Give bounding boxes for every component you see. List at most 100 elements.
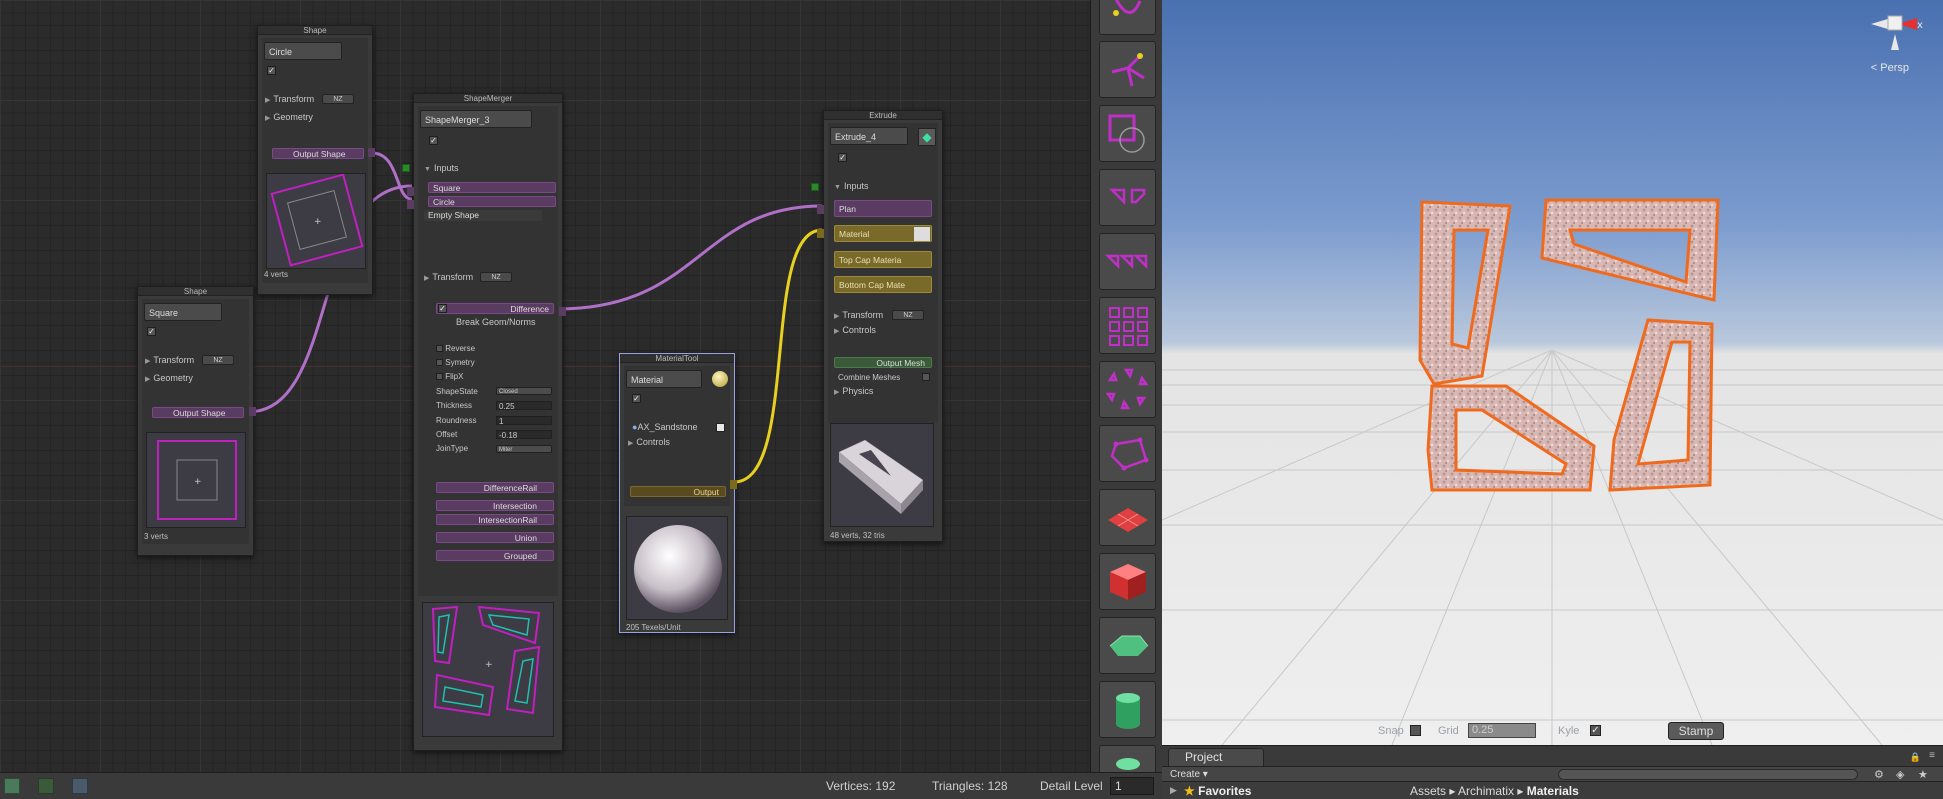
- cylinder-tool-icon[interactable]: [1099, 681, 1156, 738]
- jointype-select[interactable]: Miter: [496, 445, 552, 453]
- controls-row[interactable]: ▶ Controls: [628, 436, 670, 448]
- extrude-name-field[interactable]: Extrude_4: [830, 127, 908, 145]
- material-color-swatch[interactable]: [716, 423, 725, 432]
- transform-row[interactable]: ▶ Transform: [424, 271, 473, 283]
- break-geom-row[interactable]: Break Geom/Norms: [456, 316, 536, 328]
- material-output-plug[interactable]: [730, 480, 737, 489]
- repeat-tool-icon[interactable]: [1099, 233, 1156, 290]
- intersection-rail-port[interactable]: IntersectionRail: [436, 514, 554, 525]
- output-plug[interactable]: [368, 148, 375, 157]
- material-input-plug[interactable]: [817, 229, 824, 238]
- plane-tool-icon[interactable]: [1099, 489, 1156, 546]
- kyle-checkbox[interactable]: ✓: [1590, 725, 1601, 736]
- output-plug[interactable]: [249, 407, 256, 416]
- project-search-input[interactable]: [1558, 769, 1858, 780]
- bottom-cap-material-port[interactable]: Bottom Cap Mate: [834, 276, 932, 293]
- output-mesh-port[interactable]: Output Mesh: [834, 357, 932, 368]
- difference-checkbox[interactable]: ✓: [438, 304, 447, 313]
- crumb-archimatix[interactable]: Archimatix: [1458, 784, 1514, 798]
- controls-row[interactable]: ▶ Controls: [834, 324, 876, 336]
- material-name-field[interactable]: Material: [626, 370, 702, 388]
- material-output-port[interactable]: Output: [630, 486, 726, 497]
- hierarchy-icon[interactable]: [72, 778, 88, 794]
- combine-meshes-checkbox[interactable]: [922, 373, 930, 381]
- thickness-field[interactable]: 0.25: [496, 401, 552, 411]
- symetry-label[interactable]: Symetry: [436, 358, 475, 367]
- layout-icon[interactable]: [4, 778, 20, 794]
- scene-viewport[interactable]: x < Persp Snap Grid 0.25 Kyle ✓ Stamp: [1162, 0, 1943, 745]
- enabled-checkbox[interactable]: ✓: [838, 153, 847, 162]
- split-tool-icon[interactable]: [1099, 169, 1156, 226]
- panel-lock-icon[interactable]: 🔒: [1910, 752, 1921, 763]
- path-tool-icon[interactable]: [1099, 0, 1156, 35]
- crumb-materials[interactable]: Materials: [1527, 784, 1579, 798]
- material-swatch[interactable]: [914, 227, 930, 241]
- enabled-checkbox[interactable]: ✓: [632, 394, 641, 403]
- input-plug-circle[interactable]: [407, 200, 414, 209]
- export-icon[interactable]: [38, 778, 54, 794]
- expand-arrow-icon[interactable]: ▶: [1170, 785, 1177, 796]
- transform-row[interactable]: ▶ Transform: [265, 93, 314, 105]
- lofted-tool-icon[interactable]: [1099, 617, 1156, 674]
- transform-mode-button[interactable]: NZ: [322, 94, 354, 104]
- cube-tool-icon[interactable]: [1099, 553, 1156, 610]
- shape-tool-icon[interactable]: [1099, 105, 1156, 162]
- enabled-checkbox[interactable]: ✓: [429, 136, 438, 145]
- enabled-checkbox[interactable]: ✓: [267, 66, 276, 75]
- shapestate-select[interactable]: Closed: [496, 387, 552, 395]
- symetry-checkbox[interactable]: [436, 359, 443, 366]
- geometry-row[interactable]: ▶ Geometry: [265, 111, 313, 123]
- crumb-assets[interactable]: Assets: [1410, 784, 1446, 798]
- merger-add-input-button[interactable]: [402, 164, 410, 172]
- input-circle-port[interactable]: Circle: [428, 196, 556, 207]
- branch-tool-icon[interactable]: [1099, 41, 1156, 98]
- difference-output-plug[interactable]: [559, 307, 566, 316]
- material-item[interactable]: ●AX_Sandstone: [632, 421, 697, 433]
- transform-mode-button[interactable]: NZ: [892, 310, 924, 320]
- geometry-row[interactable]: ▶ Geometry: [145, 372, 193, 384]
- roundness-field[interactable]: 1: [496, 416, 552, 426]
- star-filter-icon[interactable]: ★: [1918, 768, 1928, 781]
- plan-input-port[interactable]: Plan: [834, 200, 932, 217]
- projection-label[interactable]: < Persp: [1871, 62, 1909, 74]
- flipx-label[interactable]: FlipX: [436, 372, 463, 381]
- materialtool-node[interactable]: MaterialTool Material ✓ ●AX_Sandstone ▶ C…: [619, 353, 737, 633]
- create-dropdown[interactable]: Create ▾: [1170, 769, 1208, 780]
- shape-node-circle[interactable]: Shape Circle ✓ ▶ Transform NZ ▶ Geometry O…: [257, 25, 375, 295]
- difference-output-port[interactable]: Difference: [436, 303, 554, 314]
- input-square-port[interactable]: Square: [428, 182, 556, 193]
- difference-rail-port[interactable]: DifferenceRail: [436, 482, 554, 493]
- transform-mode-button[interactable]: NZ: [202, 355, 234, 365]
- transform-row[interactable]: ▶ Transform: [145, 354, 194, 366]
- orientation-gizmo[interactable]: x: [1847, 6, 1925, 56]
- enabled-checkbox[interactable]: ✓: [147, 327, 156, 336]
- panel-menu-icon[interactable]: ≡: [1929, 750, 1935, 761]
- reverse-label[interactable]: Reverse: [436, 344, 475, 353]
- union-port[interactable]: Union: [436, 532, 554, 543]
- polygon-tool-icon[interactable]: [1099, 425, 1156, 482]
- input-plug-square[interactable]: [407, 187, 414, 196]
- output-shape-port[interactable]: Output Shape: [152, 407, 244, 418]
- snap-checkbox[interactable]: [1410, 725, 1421, 736]
- grouped-port[interactable]: Grouped: [436, 550, 554, 561]
- flipx-checkbox[interactable]: [436, 373, 443, 380]
- top-cap-material-port[interactable]: Top Cap Materia: [834, 251, 932, 268]
- filter-icon[interactable]: ⚙: [1874, 768, 1884, 781]
- shapemerger-node[interactable]: ShapeMerger ShapeMerger_3 ✓ ▼ Inputs Squa…: [402, 93, 566, 751]
- node-graph-canvas[interactable]: Shape Circle ✓ ▶ Transform NZ ▶ Geometry O…: [0, 0, 1090, 772]
- transform-mode-button[interactable]: NZ: [480, 272, 512, 282]
- stone-frames-mesh[interactable]: [1162, 0, 1943, 745]
- transform-row[interactable]: ▶ Transform: [834, 309, 883, 321]
- inputs-row[interactable]: ▼ Inputs: [834, 180, 868, 192]
- plan-input-plug[interactable]: [817, 205, 824, 214]
- extrude-add-input-button[interactable]: [811, 183, 819, 191]
- grid-repeat-tool-icon[interactable]: [1099, 297, 1156, 354]
- grid-value-field[interactable]: 0.25: [1468, 723, 1536, 738]
- physics-row[interactable]: ▶ Physics: [834, 385, 873, 397]
- intersection-port[interactable]: Intersection: [436, 500, 554, 511]
- shape-name-field[interactable]: Circle: [264, 42, 342, 60]
- inputs-row[interactable]: ▼ Inputs: [424, 162, 458, 174]
- shape-node-square[interactable]: Shape Square ✓ ▶ Transform NZ ▶ Geometry O…: [137, 286, 256, 556]
- detail-level-field[interactable]: 1: [1110, 777, 1154, 795]
- shape-name-field[interactable]: Square: [144, 303, 222, 321]
